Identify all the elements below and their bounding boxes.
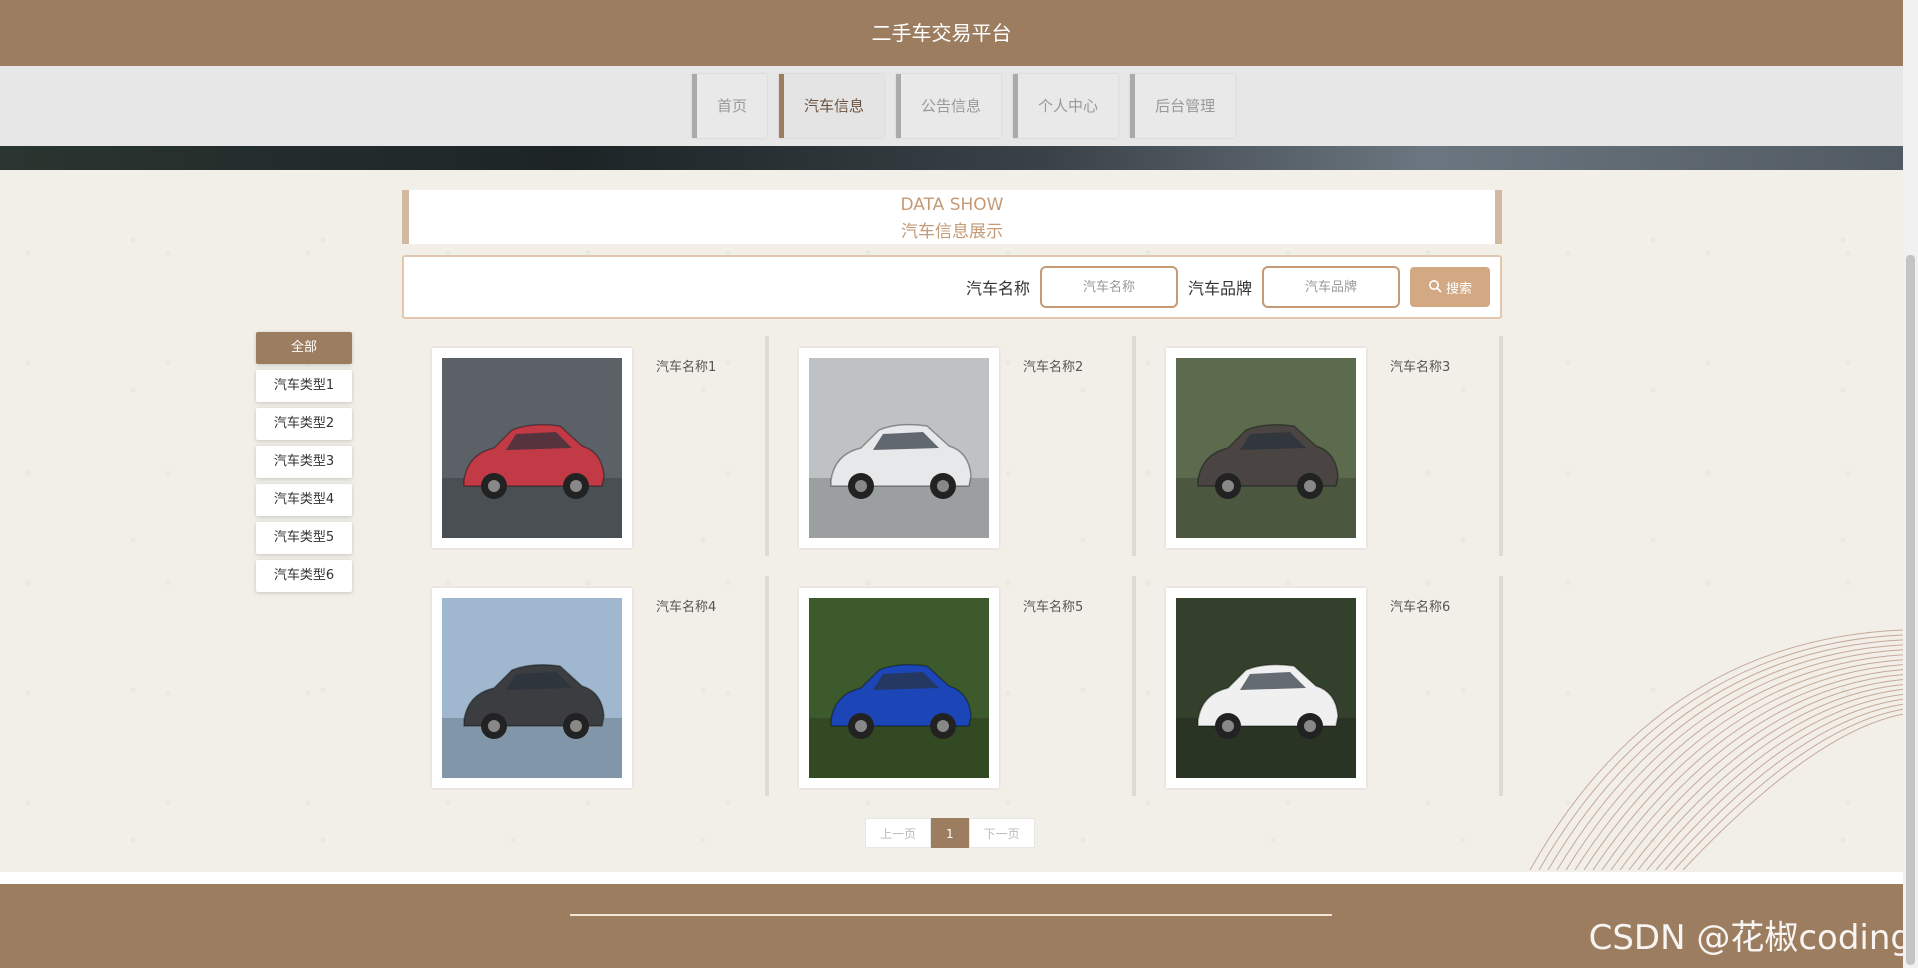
category-item-5[interactable]: 汽车类型5	[256, 522, 352, 554]
car-card: 汽车名称1	[402, 336, 769, 556]
search-icon	[1428, 279, 1442, 296]
car-name[interactable]: 汽车名称6	[1390, 596, 1450, 615]
car-name-label: 汽车名称	[965, 279, 1030, 298]
pagination: 上一页 1 下一页	[865, 818, 1035, 848]
car-image[interactable]	[799, 348, 999, 548]
car-image[interactable]	[1166, 588, 1366, 788]
main-nav: 首页 汽车信息 公告信息 个人中心 后台管理	[0, 66, 1903, 146]
section-title-en: DATA SHOW	[900, 195, 1004, 215]
search-button[interactable]: 搜索	[1410, 267, 1490, 307]
category-item-1[interactable]: 汽车类型1	[256, 370, 352, 402]
top-bar: 二手车交易平台	[0, 0, 1903, 66]
nav-item-2[interactable]: 公告信息	[896, 74, 1002, 138]
footer-separator	[0, 872, 1903, 884]
car-name[interactable]: 汽车名称5	[1023, 596, 1083, 615]
car-card: 汽车名称6	[1136, 576, 1503, 796]
nav-items: 首页 汽车信息 公告信息 个人中心 后台管理	[692, 74, 1236, 138]
section-header: DATA SHOW 汽车信息展示	[402, 190, 1502, 244]
car-grid: 汽车名称1 汽车名称2 汽车名称3 汽车名称4 汽车名称5 汽车名称6	[402, 336, 1503, 816]
site-title: 二手车交易平台	[871, 21, 1012, 45]
prev-page-button[interactable]: 上一页	[865, 818, 932, 848]
search-button-label: 搜索	[1445, 280, 1472, 296]
section-title-cn: 汽车信息展示	[901, 222, 1003, 242]
current-page-button[interactable]: 1	[931, 818, 969, 848]
car-image[interactable]	[1166, 348, 1366, 548]
nav-item-4[interactable]: 后台管理	[1130, 74, 1236, 138]
banner-image-strip	[0, 146, 1903, 170]
car-image[interactable]	[432, 588, 632, 788]
car-name[interactable]: 汽车名称3	[1390, 356, 1450, 375]
decorative-curves	[1529, 629, 1903, 870]
car-image[interactable]	[432, 348, 632, 548]
scrollbar-thumb[interactable]	[1906, 255, 1915, 965]
car-name[interactable]: 汽车名称1	[656, 356, 716, 375]
next-page-button[interactable]: 下一页	[968, 818, 1035, 848]
scrollbar[interactable]	[1903, 0, 1918, 968]
nav-item-1[interactable]: 汽车信息	[779, 74, 885, 138]
category-item-6[interactable]: 汽车类型6	[256, 560, 352, 592]
category-list: 全部汽车类型1 汽车类型2 汽车类型3 汽车类型4 汽车类型5 汽车类型6	[256, 332, 352, 598]
search-bar: 汽车名称 汽车品牌 搜索	[402, 255, 1502, 319]
category-item-2[interactable]: 汽车类型2	[256, 408, 352, 440]
car-name[interactable]: 汽车名称4	[656, 596, 716, 615]
category-item-0[interactable]: 全部	[256, 332, 352, 364]
car-brand-input[interactable]	[1262, 266, 1400, 308]
nav-item-3[interactable]: 个人中心	[1013, 74, 1119, 138]
footer-divider	[570, 914, 1332, 916]
car-brand-label: 汽车品牌	[1187, 279, 1252, 298]
category-item-3[interactable]: 汽车类型3	[256, 446, 352, 478]
car-name-input[interactable]	[1039, 266, 1178, 308]
category-item-4[interactable]: 汽车类型4	[256, 484, 352, 516]
car-image[interactable]	[799, 588, 999, 788]
car-card: 汽车名称3	[1136, 336, 1503, 556]
nav-item-0[interactable]: 首页	[692, 74, 768, 138]
car-card: 汽车名称2	[769, 336, 1136, 556]
car-card: 汽车名称5	[769, 576, 1136, 796]
car-name[interactable]: 汽车名称2	[1023, 356, 1083, 375]
watermark-text: CSDN @花椒coding	[1588, 918, 1912, 958]
car-card: 汽车名称4	[402, 576, 769, 796]
